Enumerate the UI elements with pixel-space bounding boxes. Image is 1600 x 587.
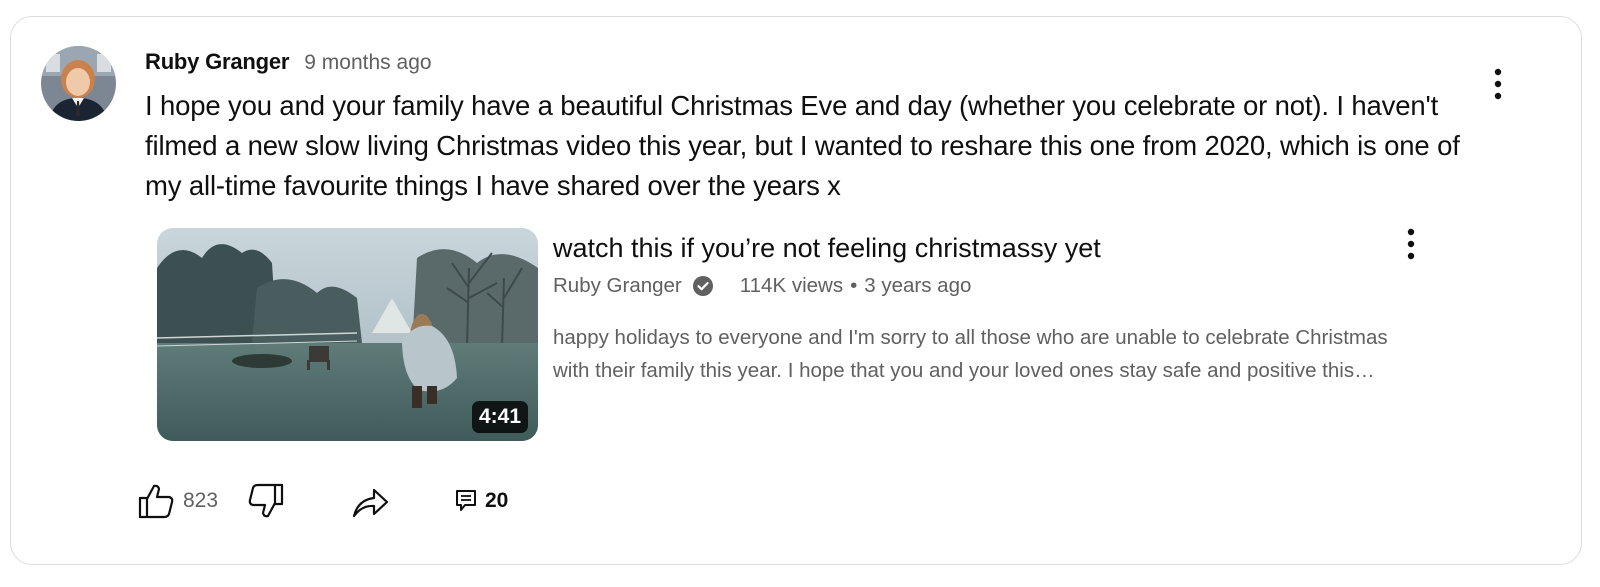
video-views: 114K views <box>739 274 844 297</box>
comment-card: Ruby Granger 9 months ago I hope you and… <box>10 16 1582 565</box>
more-vertical-icon <box>1407 228 1415 260</box>
reply-count: 20 <box>485 489 509 512</box>
video-thumbnail[interactable]: 4:41 <box>157 228 538 441</box>
thumbs-down-icon <box>248 483 284 518</box>
avatar-image <box>41 46 116 121</box>
like-count: 823 <box>183 489 219 512</box>
comment-time[interactable]: 9 months ago <box>304 51 431 75</box>
meta-separator: • <box>850 274 858 297</box>
replies-button[interactable]: 20 <box>455 481 508 521</box>
video-title[interactable]: watch this if you’re not feeling christm… <box>553 229 1101 267</box>
share-icon <box>352 488 389 518</box>
reply-icon <box>456 490 476 511</box>
share-button[interactable] <box>350 481 390 521</box>
comment-text: I hope you and your family have a beauti… <box>145 90 1460 201</box>
video-channel[interactable]: Ruby Granger <box>553 274 682 298</box>
dislike-button[interactable] <box>247 481 285 521</box>
description-line: happy holidays to everyone and I'm sorry… <box>553 326 1388 349</box>
avatar[interactable] <box>41 46 116 121</box>
video-duration: 4:41 <box>471 401 528 433</box>
comment-header: Ruby Granger 9 months ago <box>145 49 432 75</box>
video-age: 3 years ago <box>864 274 972 297</box>
thumbs-up-icon <box>138 484 174 519</box>
verified-check-icon <box>692 276 713 296</box>
video-more-button[interactable] <box>1396 227 1426 263</box>
video-description: happy holidays to everyone and I'm sorry… <box>553 321 1453 387</box>
like-button[interactable]: 823 <box>137 481 218 521</box>
video-meta: Ruby Granger 114K views • 3 years ago <box>553 274 971 298</box>
comment-author[interactable]: Ruby Granger <box>145 49 289 75</box>
description-line: with their family this year. I hope that… <box>553 359 1375 382</box>
